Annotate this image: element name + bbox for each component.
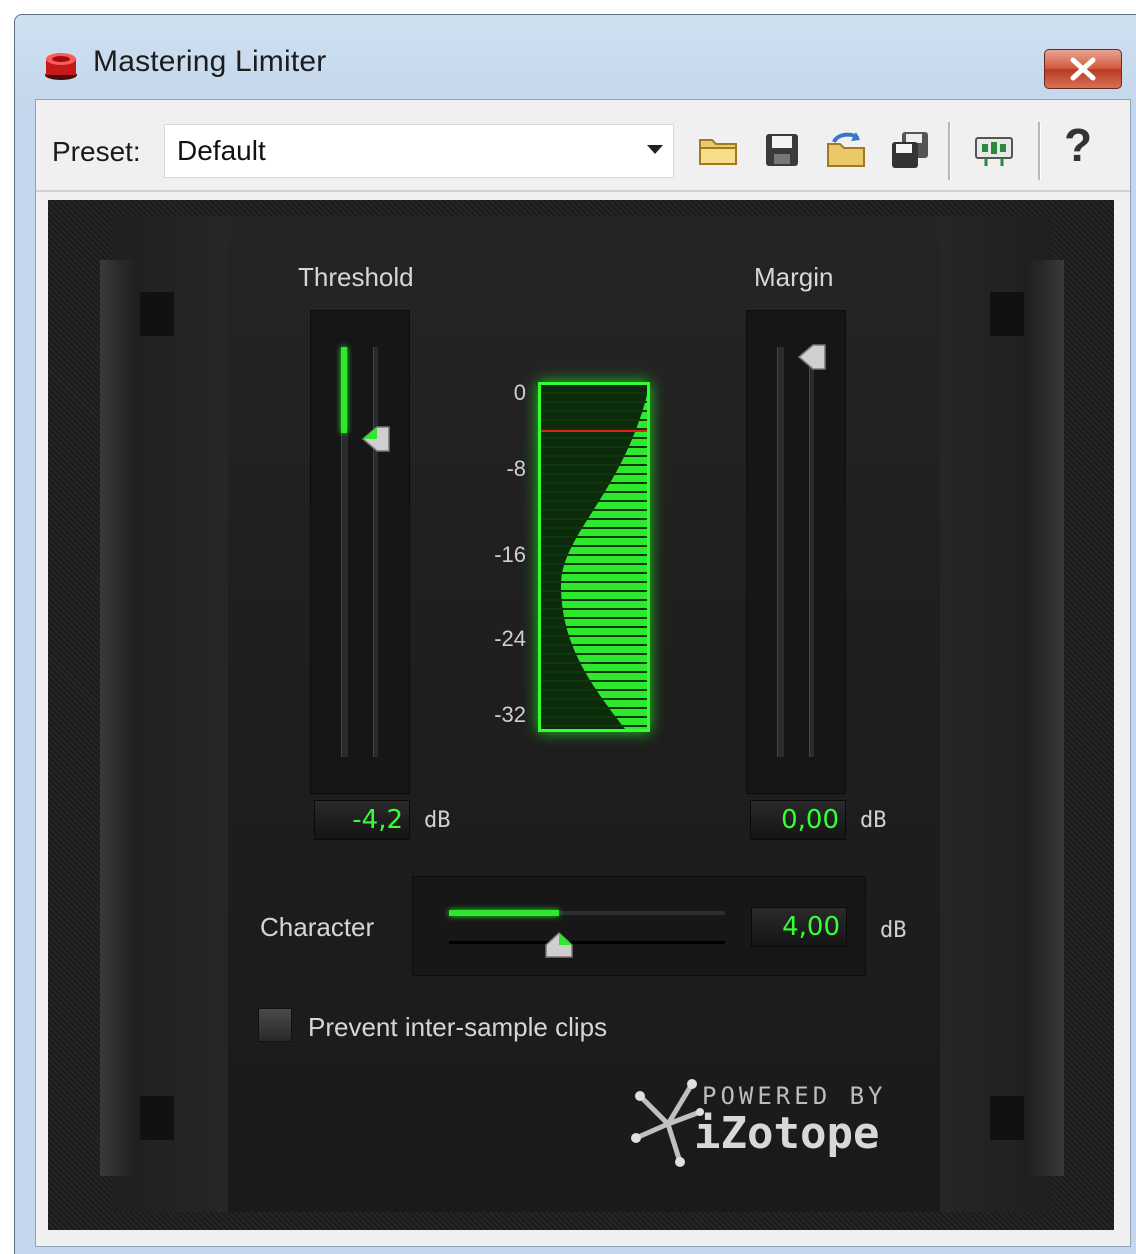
brand-powered-by: POWERED BY xyxy=(702,1082,887,1110)
close-icon xyxy=(1070,57,1096,81)
help-icon[interactable]: ? xyxy=(1064,118,1092,172)
threshold-handle[interactable] xyxy=(361,425,391,453)
margin-readout[interactable]: 0,00 xyxy=(750,800,846,840)
load-preset-icon[interactable] xyxy=(824,128,868,172)
meter-tick: -8 xyxy=(506,456,526,481)
threshold-slider[interactable] xyxy=(310,310,410,794)
margin-slider[interactable] xyxy=(746,310,846,794)
limiter-panel: Threshold -4,2 dB 0 -8 -16 -24 -32 Margi… xyxy=(48,200,1114,1230)
meter-histogram xyxy=(541,392,647,729)
right-rail xyxy=(1024,260,1064,1176)
rail-bracket xyxy=(140,292,174,336)
character-unit: dB xyxy=(880,918,907,943)
plugin-window: Mastering Limiter Preset: Default ? Thre… xyxy=(14,14,1136,1254)
routing-icon[interactable] xyxy=(972,128,1016,172)
toolbar-separator xyxy=(1038,122,1041,180)
rail-bracket xyxy=(990,292,1024,336)
close-button[interactable] xyxy=(1044,49,1122,89)
threshold-rail xyxy=(373,347,378,757)
margin-unit: dB xyxy=(860,808,887,833)
preset-dropdown[interactable]: Default xyxy=(164,124,674,178)
rail-bracket xyxy=(140,1096,174,1140)
threshold-readout[interactable]: -4,2 xyxy=(314,800,410,840)
brand-name: iZotope xyxy=(694,1108,880,1159)
prevent-clips-label: Prevent inter-sample clips xyxy=(308,1012,608,1042)
preset-toolbar: Preset: Default ? xyxy=(36,100,1130,192)
rail-bracket xyxy=(990,1096,1024,1140)
margin-label: Margin xyxy=(754,262,834,292)
character-handle[interactable] xyxy=(544,931,574,959)
margin-rail xyxy=(809,347,814,757)
app-icon xyxy=(45,53,77,80)
gain-reduction-meter xyxy=(538,382,650,732)
preset-label: Preset: xyxy=(52,136,141,167)
copy-icon[interactable] xyxy=(888,128,932,172)
meter-tick: 0 xyxy=(513,380,526,405)
toolbar-separator xyxy=(948,122,951,180)
chevron-down-icon[interactable] xyxy=(647,145,663,154)
character-readout[interactable]: 4,00 xyxy=(751,907,847,947)
client-area: Preset: Default ? Threshold -4,2 dB 0 -8… xyxy=(35,99,1131,1247)
character-slider[interactable]: 4,00 xyxy=(412,876,866,976)
prevent-clips-checkbox[interactable] xyxy=(258,1008,292,1042)
meter-tick: -24 xyxy=(494,626,526,651)
meter-tick: -16 xyxy=(494,542,526,567)
open-folder-icon[interactable] xyxy=(696,128,740,172)
margin-handle[interactable] xyxy=(797,343,827,371)
window-title: Mastering Limiter xyxy=(93,45,327,78)
threshold-unit: dB xyxy=(424,808,451,833)
meter-tick: -32 xyxy=(494,702,526,727)
threshold-level-bar xyxy=(341,347,347,433)
margin-track xyxy=(777,347,784,757)
left-rail xyxy=(100,260,140,1176)
character-rail xyxy=(449,941,725,944)
toolbar-divider xyxy=(36,190,1130,192)
character-label: Character xyxy=(260,912,375,942)
preset-value: Default xyxy=(177,135,266,166)
save-icon[interactable] xyxy=(760,128,804,172)
character-level-bar xyxy=(449,910,559,916)
title-bar[interactable]: Mastering Limiter xyxy=(15,15,1136,99)
threshold-label: Threshold xyxy=(298,262,414,292)
